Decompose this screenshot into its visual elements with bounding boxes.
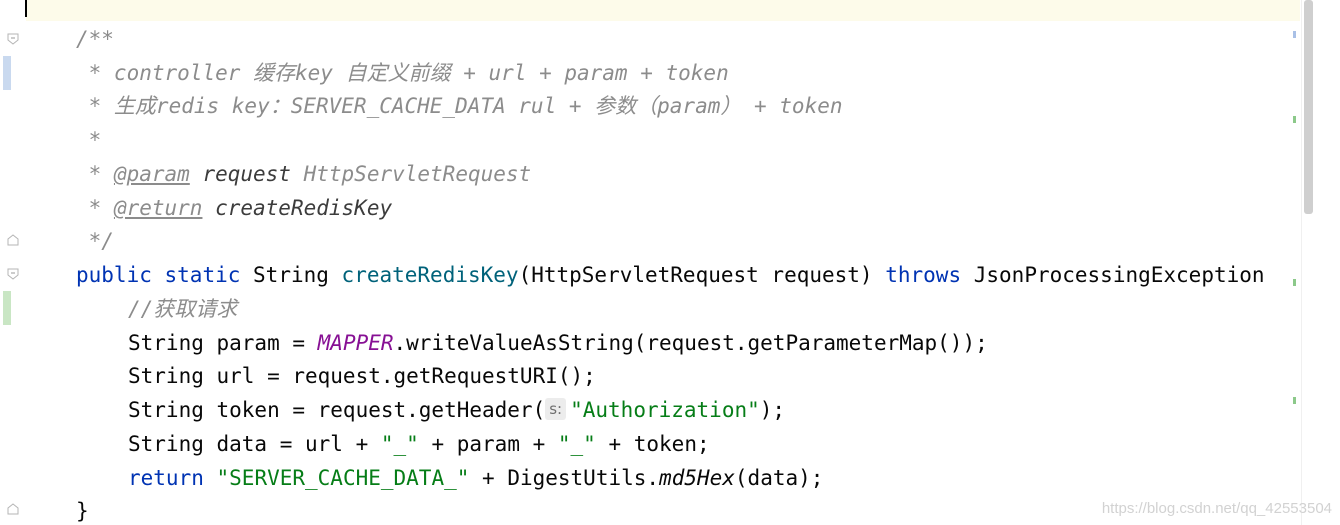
error-stripe-mark[interactable] [1293, 279, 1296, 286]
code-line-data: String data = url + "_" + param + "_" + … [128, 432, 710, 456]
javadoc-return-tag: @return [113, 196, 203, 220]
method-name: createRedisKey [341, 263, 519, 287]
code-line-token: String token = request.getHeader(s: "Auth… [128, 398, 786, 422]
closing-brace: } [76, 499, 89, 523]
doc-comment-line: * 生成redis key：SERVER_CACHE_DATA rul + 参数… [76, 94, 843, 118]
code-line-return: return "SERVER_CACHE_DATA_" + DigestUtil… [128, 466, 824, 490]
doc-comment-line: * controller 缓存key 自定义前缀 + url + param +… [76, 61, 729, 85]
code-line-url: String url = request.getRequestURI(); [128, 364, 596, 388]
line-comment: //获取请求 [128, 297, 238, 321]
parameter-hint: s: [545, 398, 567, 420]
doc-comment-line: * [76, 128, 102, 152]
code-area[interactable]: /** * controller 缓存key 自定义前缀 + url + par… [0, 0, 1300, 525]
doc-comment-close: */ [76, 229, 114, 253]
vertical-scrollbar[interactable] [1301, 0, 1314, 525]
code-editor[interactable]: /** * controller 缓存key 自定义前缀 + url + par… [0, 0, 1340, 525]
doc-comment-open: /** [76, 27, 114, 51]
error-stripe-mark[interactable] [1293, 116, 1296, 123]
error-stripe-mark[interactable] [1293, 397, 1296, 404]
code-line-param: String param = MAPPER.writeValueAsString… [128, 331, 988, 355]
method-signature: public static String createRedisKey(Http… [76, 263, 1265, 287]
javadoc-param-tag: @param [113, 162, 190, 186]
error-stripe-mark[interactable] [1293, 31, 1296, 38]
scrollbar-thumb[interactable] [1304, 0, 1313, 214]
doc-return-line: * @return createRedisKey [76, 196, 393, 220]
watermark-text: https://blog.csdn.net/qq_42553504 [1101, 500, 1332, 517]
doc-param-line: * @param request HttpServletRequest [76, 162, 532, 186]
